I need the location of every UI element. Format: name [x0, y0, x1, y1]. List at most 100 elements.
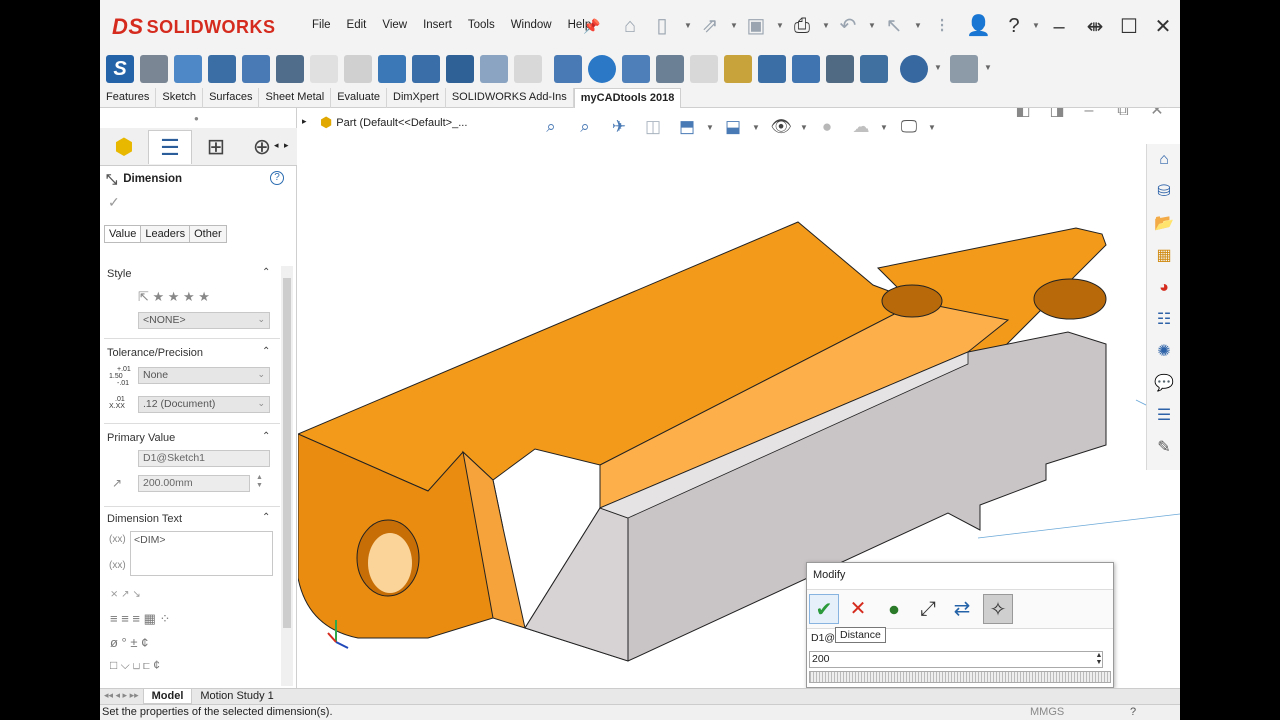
save-icon[interactable]: ▣ [744, 14, 768, 38]
modify-value-input[interactable]: 200 [809, 651, 1103, 668]
restore-button[interactable]: ⇼ [1082, 14, 1108, 40]
display-style-caret-icon[interactable]: ▼ [752, 124, 760, 132]
tab-dimxpert[interactable]: DimXpert [387, 88, 446, 108]
thumbwheel-slider[interactable] [809, 671, 1111, 683]
file-explorer-icon[interactable]: 📂 [1152, 212, 1176, 236]
hide-show-icon[interactable]: 👁 [768, 114, 794, 140]
zoom-to-fit-icon[interactable]: ⌕ [538, 114, 564, 140]
hide-show-caret-icon[interactable]: ▼ [800, 124, 808, 132]
open-caret-icon[interactable]: ▼ [730, 22, 738, 30]
pin-icon[interactable]: 📌 [580, 14, 604, 38]
view-orientation-caret-icon[interactable]: ▼ [706, 124, 714, 132]
molecule-tool-icon[interactable] [554, 55, 582, 83]
display-style-icon[interactable]: ⬓ [720, 114, 746, 140]
doc-restore-button[interactable]: ⧉ [1110, 108, 1136, 124]
list-tool-icon[interactable] [208, 55, 236, 83]
menu-insert[interactable]: Insert [415, 19, 460, 31]
reset-spin-increment-icon[interactable]: ⤢ [913, 594, 943, 624]
doc-tool-icon[interactable] [622, 55, 650, 83]
undo-caret-icon[interactable]: ▼ [868, 22, 876, 30]
rotate-tool-icon[interactable] [792, 55, 820, 83]
new-caret-icon[interactable]: ▼ [684, 22, 692, 30]
forum-icon[interactable]: 💬 [1152, 372, 1176, 396]
cancel-x-button[interactable]: ✕ [843, 594, 873, 624]
select-caret-icon[interactable]: ▼ [914, 22, 922, 30]
help-circle-icon[interactable]: ? [270, 171, 284, 185]
menu-tools[interactable]: Tools [460, 19, 503, 31]
view-settings-icon[interactable]: 🖵 [896, 114, 922, 140]
undo-icon[interactable]: ↶ [836, 14, 860, 38]
tab-motion-study[interactable]: Motion Study 1 [192, 689, 281, 704]
precision-combo[interactable]: .12 (Document) ⌄ [138, 396, 270, 413]
tolerance-type-combo[interactable]: None ⌄ [138, 367, 270, 384]
view-settings-caret-icon[interactable]: ▼ [928, 124, 936, 132]
tabs-scroll-left-icon[interactable]: ◂ [274, 140, 279, 151]
notes-icon[interactable]: ✎ [1152, 436, 1176, 460]
tab-sketch[interactable]: Sketch [156, 88, 204, 108]
ok-check-icon[interactable]: ✓ [108, 194, 120, 211]
appearance-icon[interactable]: ● [814, 114, 840, 140]
tree-expand-icon[interactable]: ▸ [302, 116, 307, 127]
menu-edit[interactable]: Edit [339, 19, 375, 31]
mark-for-drawing-icon[interactable]: ⇄ [947, 594, 977, 624]
magic-wand-icon[interactable]: ✧ [983, 594, 1013, 624]
3dexperience-icon[interactable]: ✺ [1152, 340, 1176, 364]
doc-tile-right-icon[interactable]: ◨ [1044, 108, 1070, 124]
help-icon[interactable]: ? [1002, 14, 1026, 38]
panel-scrollbar[interactable] [281, 266, 293, 686]
style-header[interactable]: Style [107, 268, 131, 280]
zoom-to-area-icon[interactable]: ⌕ [572, 114, 598, 140]
dimension-text-header[interactable]: Dimension Text [107, 513, 182, 525]
close-button[interactable]: ✕ [1150, 14, 1176, 40]
rebuild-traffic-light-icon[interactable]: ⦁ [879, 594, 909, 624]
status-help-icon[interactable]: ? [1130, 706, 1136, 718]
settings-caret-icon[interactable]: ▼ [984, 64, 992, 72]
previous-view-icon[interactable]: ✈ [606, 114, 632, 140]
menu-view[interactable]: View [374, 19, 415, 31]
add-parentheses-icon[interactable]: ⨯ ↗ ↘ [110, 589, 141, 600]
subtab-value[interactable]: Value [104, 225, 142, 243]
doc-tile-left-icon[interactable]: ◧ [1010, 108, 1036, 124]
export-tool-icon[interactable] [758, 55, 786, 83]
tabs-nav-icons[interactable]: ◂◂ ◂ ▸ ▸▸ [100, 689, 143, 704]
modify-spin-icon[interactable]: ▲ ▼ [1093, 652, 1105, 667]
home-icon[interactable]: ⌂ [618, 14, 642, 38]
solidworks-resources-icon[interactable]: ⌂ [1152, 148, 1176, 172]
dimension-text-area[interactable]: <DIM> [130, 531, 273, 576]
style-combo[interactable]: <NONE> ⌄ [138, 312, 270, 329]
report-tool-icon[interactable] [860, 55, 888, 83]
tools-caret-icon[interactable]: ▼ [934, 64, 942, 72]
subtab-leaders[interactable]: Leaders [140, 225, 191, 243]
tabs-scroll-right-icon[interactable]: ▸ [284, 140, 289, 151]
minimize-button[interactable]: – [1046, 14, 1072, 40]
primary-value-header[interactable]: Primary Value [107, 432, 175, 444]
dimension-value-field[interactable]: 200.00mm [138, 475, 250, 492]
design-library-icon[interactable]: ⛁ [1152, 180, 1176, 204]
unit-system[interactable]: MMGS [1030, 706, 1064, 718]
traffic-light-icon[interactable]: ⁝ [930, 14, 954, 38]
ok-check-button[interactable]: ✔ [809, 594, 839, 624]
symbol-icons-row1[interactable]: ø ° ± ¢ [110, 635, 148, 650]
property-manager-tab-icon[interactable]: ☰ [148, 130, 192, 164]
feature-manager-tab-icon[interactable]: ⬢ [102, 130, 146, 164]
user-icon[interactable]: 👤 [966, 14, 991, 38]
material-tool-icon[interactable] [276, 55, 304, 83]
feature-breadcrumb[interactable]: ⬢ Part (Default<<Default>_... [320, 114, 467, 131]
doc-minimize-button[interactable]: – [1076, 108, 1102, 124]
new-document-icon[interactable]: ▯ [650, 14, 674, 38]
tab-sheet-metal[interactable]: Sheet Metal [259, 88, 332, 108]
menu-window[interactable]: Window [503, 19, 560, 31]
tools-icon[interactable] [900, 55, 928, 83]
task-list-icon[interactable]: ☰ [1152, 404, 1176, 428]
scene-caret-icon[interactable]: ▼ [880, 124, 888, 132]
view-orientation-icon[interactable]: ⬒ [674, 114, 700, 140]
tab-mycadtools[interactable]: myCADtools 2018 [573, 88, 682, 108]
menu-file[interactable]: File [304, 19, 339, 31]
appearances-icon[interactable]: ◕ [1152, 276, 1176, 300]
link-tool-icon[interactable] [242, 55, 270, 83]
axis-tool-icon[interactable] [480, 55, 508, 83]
justify-icons[interactable]: ≡ ≡ ≡ ▦ ⁘ [110, 611, 170, 627]
tree-tool-icon[interactable] [412, 55, 440, 83]
tab-evaluate[interactable]: Evaluate [331, 88, 387, 108]
tab-model[interactable]: Model [142, 689, 193, 704]
